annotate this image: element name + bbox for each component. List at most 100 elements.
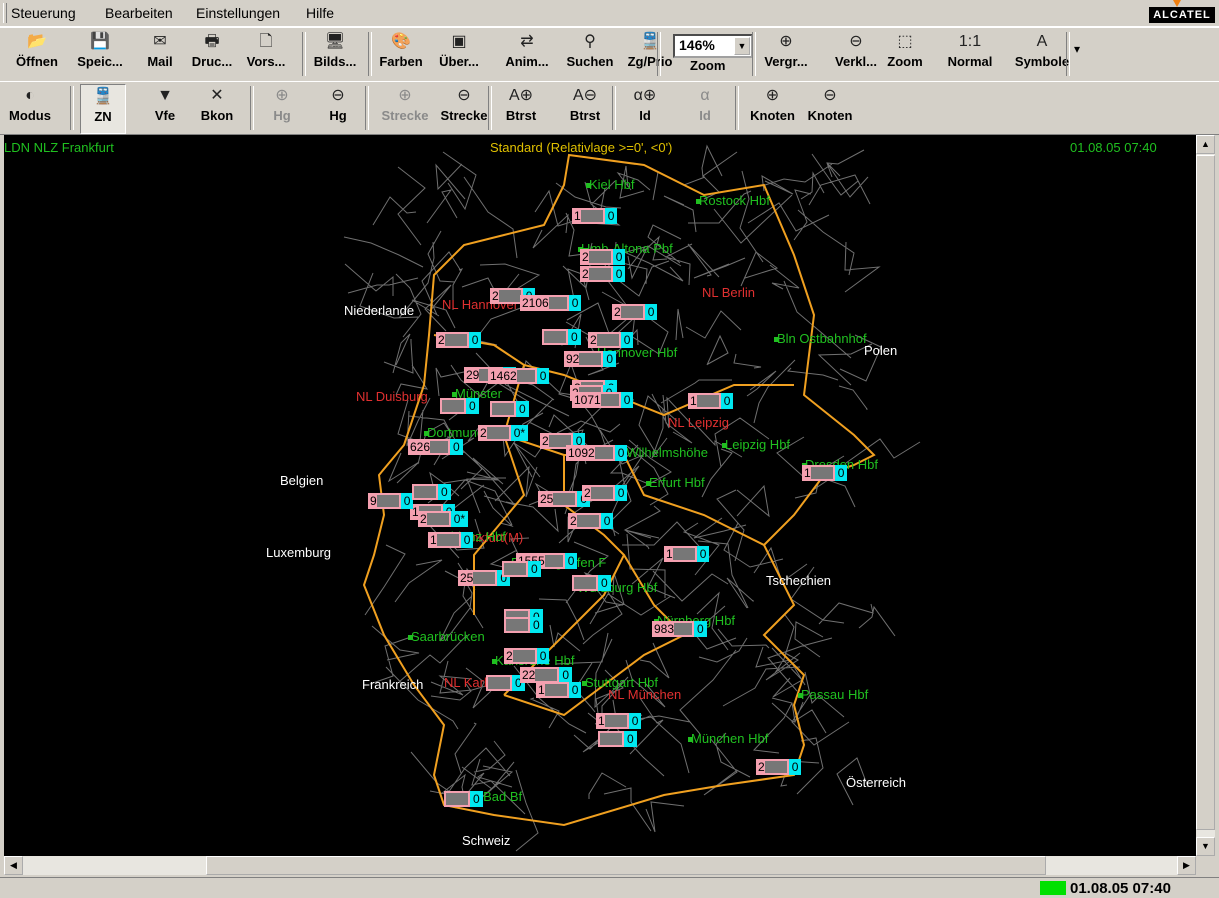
- toolbar2-button-0[interactable]: ◐ Modus: [0, 84, 60, 132]
- mode-globe-icon: ◐: [25, 87, 35, 104]
- menu-bearbeiten[interactable]: Bearbeiten: [105, 5, 173, 21]
- toolbar-button-9[interactable]: ⚲ Suchen: [564, 30, 616, 78]
- train-label[interactable]: 92 0: [564, 351, 617, 367]
- train-label[interactable]: 983 0: [652, 621, 707, 637]
- toolbar-button-16[interactable]: A Symbole: [1012, 30, 1072, 78]
- horizontal-scroll-thumb[interactable]: [206, 856, 1046, 875]
- train-number: [412, 484, 438, 500]
- train-label[interactable]: 0: [486, 675, 525, 691]
- node-plus-icon: ⊕: [765, 87, 780, 104]
- toolbar-button-6[interactable]: 🎨 Farben: [375, 30, 427, 78]
- train-number-text: 2: [614, 305, 621, 319]
- toolbar-button-8[interactable]: ⇄ Anim...: [497, 30, 557, 78]
- train-label[interactable]: 1071 0: [572, 392, 634, 408]
- toolbar2-button-2[interactable]: ▼ Vfe: [145, 84, 185, 132]
- toolbar2-button-9[interactable]: A⊖ Btrst: [560, 84, 610, 132]
- toolbar-button-15[interactable]: 1:1 Normal: [938, 30, 1002, 78]
- vertical-scroll-thumb[interactable]: [1196, 155, 1215, 830]
- toolbar-button-label: Symbole: [1014, 54, 1070, 69]
- train-number-text: 2: [480, 426, 487, 440]
- train-label[interactable]: 10: [596, 713, 642, 729]
- horizontal-scrollbar[interactable]: ◀ ▶: [4, 856, 1196, 875]
- toolbar-button-12[interactable]: ⊕ Vergr...: [758, 30, 814, 78]
- train-label[interactable]: 20: [504, 648, 550, 664]
- zoom-dropdown-icon[interactable]: ▼: [734, 37, 750, 55]
- train-label[interactable]: 10: [688, 393, 734, 409]
- toolbar-button-4[interactable]: 🗋 Vors...: [241, 30, 291, 78]
- train-label[interactable]: 2 0*: [418, 511, 469, 527]
- menu-einstellungen[interactable]: Einstellungen: [196, 5, 280, 21]
- train-label[interactable]: 20: [580, 249, 626, 265]
- train-label[interactable]: 20: [582, 485, 628, 501]
- toolbar2-button-13[interactable]: ⊖ Knoten: [800, 84, 860, 132]
- toolbar-button-10[interactable]: 🚆 Zg/Prio: [622, 30, 678, 78]
- train-number-text: 29: [466, 368, 480, 382]
- train-label[interactable]: 2 0*: [478, 425, 529, 441]
- train-label[interactable]: 10: [802, 465, 848, 481]
- train-label[interactable]: 0: [444, 791, 483, 807]
- toolbar-button-1[interactable]: 💾 Speic...: [70, 30, 130, 78]
- line-plus-icon: ⊕: [398, 87, 412, 104]
- train-label[interactable]: 10: [572, 208, 618, 224]
- train-label[interactable]: 10: [664, 546, 710, 562]
- train-number-mask: [430, 441, 449, 453]
- toolbar-button-3[interactable]: 🖶 Druc...: [188, 30, 236, 78]
- train-label[interactable]: 20: [580, 266, 626, 282]
- scroll-right-icon[interactable]: ▶: [1177, 856, 1196, 875]
- train-label[interactable]: 20: [612, 304, 658, 320]
- vertical-scrollbar[interactable]: ▲ ▼: [1196, 135, 1215, 856]
- train-label[interactable]: 0: [440, 398, 479, 414]
- train-number: 1: [572, 208, 605, 224]
- toolbar2-button-10[interactable]: α⊕ Id: [620, 84, 670, 132]
- train-label[interactable]: 22 0: [520, 667, 573, 683]
- train-label[interactable]: 2106 0: [520, 295, 582, 311]
- toolbar-button-0[interactable]: 📂 Öffnen: [12, 30, 62, 78]
- train-label[interactable]: 0: [542, 329, 581, 345]
- train-label[interactable]: 10: [536, 682, 582, 698]
- toolbar2-button-7[interactable]: ⊖ Strecke: [434, 84, 494, 132]
- train-label[interactable]: 0: [502, 561, 541, 577]
- train-label[interactable]: 626 0: [408, 439, 463, 455]
- toolbar-button-13[interactable]: ⊖ Verkl...: [828, 30, 884, 78]
- train-label[interactable]: 20: [436, 332, 482, 348]
- train-label[interactable]: 10: [428, 532, 474, 548]
- station-label: Bln Ostbahnhof: [777, 331, 867, 346]
- train-label[interactable]: 0: [490, 401, 529, 417]
- toolbar-button-2[interactable]: ✉ Mail: [140, 30, 180, 78]
- scroll-up-icon[interactable]: ▲: [1196, 135, 1215, 154]
- train-delay-count: 0: [720, 393, 734, 409]
- train-number-mask: [444, 334, 467, 346]
- train-label[interactable]: 0: [598, 731, 637, 747]
- toolbar2-button-1[interactable]: 🚆 ZN: [80, 84, 126, 134]
- train-label[interactable]: 20: [568, 513, 614, 529]
- toolbar-separator: [70, 86, 74, 130]
- menu-steuerung[interactable]: Steuerung: [11, 5, 76, 21]
- train-label[interactable]: 1462 0: [488, 368, 550, 384]
- train-label[interactable]: 0: [572, 575, 611, 591]
- train-label[interactable]: 0: [504, 617, 543, 633]
- toolbar2-button-12[interactable]: ⊕ Knoten: [745, 84, 800, 132]
- train-label[interactable]: 0: [412, 484, 451, 500]
- network-map-view[interactable]: LDN NLZ Frankfurt Standard (Relativlage …: [4, 135, 1196, 856]
- toolbar-separator: [657, 32, 661, 76]
- toolbar-button-7[interactable]: ▣ Über...: [430, 30, 488, 78]
- scroll-left-icon[interactable]: ◀: [4, 856, 23, 875]
- menu-hilfe[interactable]: Hilfe: [306, 5, 334, 21]
- scroll-down-icon[interactable]: ▼: [1196, 837, 1215, 856]
- train-label[interactable]: 20: [756, 759, 802, 775]
- toolbar2-button-5[interactable]: ⊖ Hg: [318, 84, 358, 132]
- train-number-text: 22: [522, 668, 536, 682]
- train-label[interactable]: 90: [368, 493, 414, 509]
- train-number-text: 1: [538, 683, 545, 697]
- toolbar2-button-3[interactable]: ✕ Bkon: [196, 84, 238, 132]
- map-title-center: Standard (Relativlage >=0', <0'): [490, 140, 673, 155]
- toolbar-button-14[interactable]: ⬚ Zoom: [884, 30, 926, 78]
- train-number-mask: [576, 515, 599, 527]
- train-label[interactable]: 20: [588, 332, 634, 348]
- zoom-select[interactable]: 146% ▼: [673, 34, 753, 58]
- toolbar2-button-8[interactable]: A⊕ Btrst: [496, 84, 546, 132]
- toolbar-button-5[interactable]: 🖥 Bilds...: [310, 30, 360, 78]
- train-label[interactable]: 1092 0: [566, 445, 628, 461]
- train-delay-count: 0: [438, 484, 451, 500]
- toolbar-overflow-icon[interactable]: ▾: [1074, 42, 1080, 56]
